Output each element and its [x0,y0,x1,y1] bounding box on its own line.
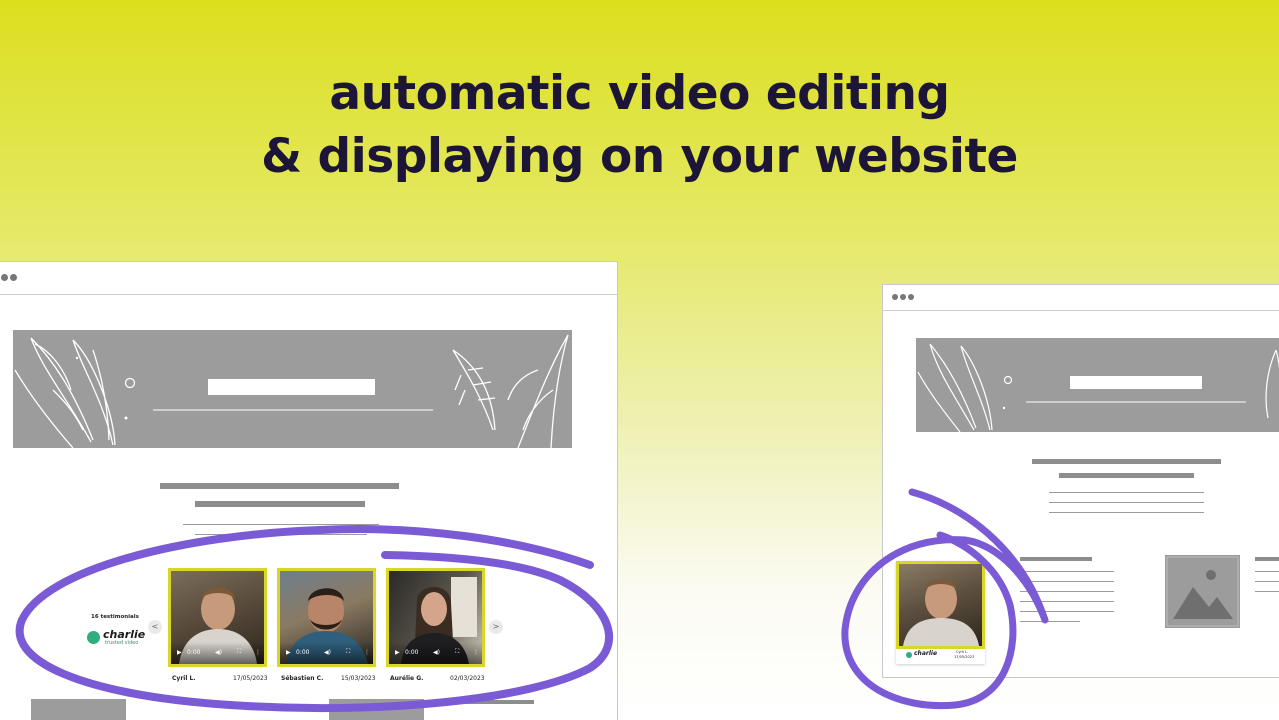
left-browser-window: 16 testimonials charlie trusted video < … [0,261,618,720]
right-browser-window: charlie Cyril L. 17/05/2023 [882,284,1279,678]
video-controls[interactable]: ▶ 0:00 ◀) ⛶ ⋮ [389,642,482,664]
video-card[interactable] [896,561,985,649]
left-window-titlebar [0,262,617,295]
subheading-placeholder [1059,473,1194,478]
headline-line-1: automatic video editing [329,66,950,121]
prev-arrow-button[interactable]: < [148,620,162,634]
more-icon[interactable]: ⋮ [255,649,261,656]
video-author: Cyril L. [172,675,196,682]
charlie-logo-icon [87,631,100,644]
right-window-titlebar [883,285,1279,311]
fullscreen-icon[interactable]: ⛶ [455,648,459,656]
charlie-logo-icon [906,652,912,658]
video-author: Cyril L. [956,650,969,654]
subheading-placeholder [195,501,365,507]
video-time: 0:00 [405,649,419,656]
volume-icon[interactable]: ◀) [433,649,440,656]
play-icon[interactable]: ▶ [177,649,182,656]
video-controls[interactable]: ▶ 0:00 ◀) ⛶ ⋮ [171,642,264,664]
hero-title-placeholder [208,379,375,395]
video-card[interactable]: ▶ 0:00 ◀) ⛶ ⋮ [168,568,267,667]
window-dot-icon [10,274,17,281]
volume-icon[interactable]: ◀) [215,649,222,656]
hero-banner-placeholder [13,330,572,448]
person-silhouette-icon [903,578,979,646]
image-placeholder-graphic [1166,556,1239,627]
heading-placeholder [160,483,399,489]
text-line-placeholder [1255,571,1279,572]
window-dot-icon [908,294,914,300]
text-line-placeholder [1049,512,1204,513]
text-line-placeholder [1020,601,1114,602]
fullscreen-icon[interactable]: ⛶ [346,648,350,656]
text-line-placeholder [1020,591,1114,592]
video-date: 15/03/2023 [341,675,376,682]
video-time: 0:00 [187,649,201,656]
video-author: Aurélie G. [390,675,424,682]
video-card[interactable]: ▶ 0:00 ◀) ⛶ ⋮ [277,568,376,667]
charlie-brand-tagline: trusted video [105,640,139,646]
video-author: Sébastien C. [281,675,324,682]
bottom-block-placeholder [31,699,126,720]
video-controls[interactable]: ▶ 0:00 ◀) ⛶ ⋮ [280,642,373,664]
text-line-placeholder [1020,611,1114,612]
video-player[interactable] [899,564,982,646]
fullscreen-icon[interactable]: ⛶ [237,648,241,656]
video-player[interactable]: ▶ 0:00 ◀) ⛶ ⋮ [389,571,482,664]
play-icon[interactable]: ▶ [395,649,400,656]
video-time: 0:00 [296,649,310,656]
image-placeholder-icon [1165,555,1240,628]
text-line-placeholder [1255,591,1279,592]
text-line-placeholder [1049,492,1204,493]
window-dot-icon [900,294,906,300]
hero-title-placeholder [1070,376,1202,389]
more-icon[interactable]: ⋮ [473,649,479,656]
column-heading-placeholder [1020,557,1092,561]
hero-banner-placeholder [916,338,1279,432]
bottom-bar-placeholder [444,700,534,704]
text-line-placeholder [183,524,379,525]
more-icon[interactable]: ⋮ [364,649,370,656]
window-dot-icon [1,274,8,281]
play-icon[interactable]: ▶ [286,649,291,656]
heading-placeholder [1032,459,1221,464]
testimonial-count: 16 testimonials [91,614,139,620]
video-date: 02/03/2023 [450,675,485,682]
text-line-placeholder [1020,621,1080,622]
text-line-placeholder [195,534,367,535]
video-player[interactable]: ▶ 0:00 ◀) ⛶ ⋮ [171,571,264,664]
text-line-placeholder [1049,502,1204,503]
bottom-block-placeholder [329,699,424,720]
text-line-placeholder [1020,581,1114,582]
column-heading-placeholder [1255,557,1279,561]
video-player[interactable]: ▶ 0:00 ◀) ⛶ ⋮ [280,571,373,664]
video-date: 17/05/2023 [233,675,268,682]
mini-video-widget[interactable]: charlie Cyril L. 17/05/2023 [896,561,985,664]
headline-line-2: & displaying on your website [261,129,1018,184]
video-card[interactable]: ▶ 0:00 ◀) ⛶ ⋮ [386,568,485,667]
text-line-placeholder [1020,571,1114,572]
text-line-placeholder [1255,581,1279,582]
video-date: 17/05/2023 [954,655,975,659]
window-dot-icon [892,294,898,300]
volume-icon[interactable]: ◀) [324,649,331,656]
next-arrow-button[interactable]: > [489,620,503,634]
headline: automatic video editing & displaying on … [0,62,1279,188]
charlie-brand-name: charlie [914,650,938,657]
